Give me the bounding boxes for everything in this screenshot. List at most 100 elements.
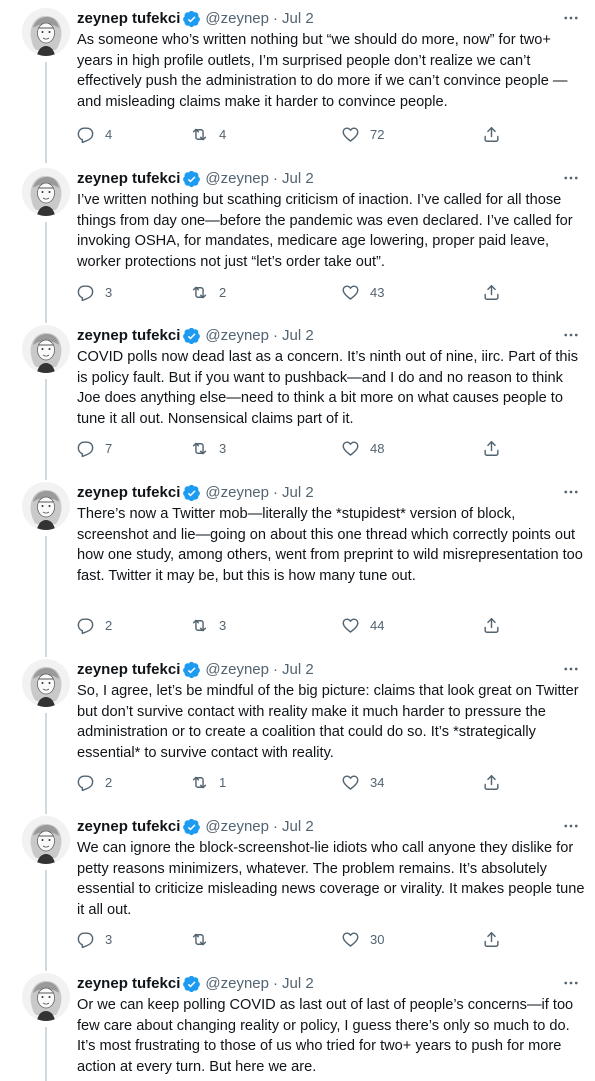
retweet-icon <box>190 616 209 635</box>
author-handle[interactable]: @zeynep <box>205 817 269 837</box>
tweet-header: zeynep tufekci @zeynep · Jul 2 <box>77 326 314 346</box>
reply-button[interactable]: 3 <box>76 929 112 949</box>
reply-icon <box>76 616 95 635</box>
reply-button[interactable]: 4 <box>76 124 112 144</box>
retweet-button[interactable] <box>190 929 219 949</box>
share-button[interactable] <box>482 124 501 144</box>
share-icon <box>482 930 501 949</box>
tweet-text: As someone who’s written nothing but “we… <box>77 32 568 110</box>
like-button[interactable]: 30 <box>341 929 384 949</box>
like-heart-icon <box>341 616 360 635</box>
tweet[interactable]: zeynep tufekci @zeynep · Jul 2 Or we can… <box>0 965 595 1081</box>
more-options-icon[interactable] <box>561 659 581 679</box>
thread-timeline: zeynep tufekci @zeynep · Jul 2 As someon… <box>0 0 595 1081</box>
avatar[interactable] <box>22 659 70 707</box>
reply-icon <box>76 439 95 458</box>
verified-badge-icon <box>183 10 201 28</box>
author-handle[interactable]: @zeynep <box>205 974 269 994</box>
like-button[interactable]: 44 <box>341 615 384 635</box>
thread-connector-line <box>45 474 47 480</box>
more-options-icon[interactable] <box>561 816 581 836</box>
author-handle[interactable]: @zeynep <box>205 660 269 680</box>
like-button[interactable]: 34 <box>341 772 384 792</box>
retweet-button[interactable]: 2 <box>190 282 226 302</box>
tweet-date[interactable]: Jul 2 <box>282 326 314 346</box>
tweet[interactable]: zeynep tufekci @zeynep · Jul 2 As someon… <box>0 0 595 157</box>
share-button[interactable] <box>482 615 501 635</box>
reply-button[interactable]: 7 <box>76 438 112 458</box>
author-name[interactable]: zeynep tufekci <box>77 817 180 837</box>
like-count: 44 <box>370 617 385 633</box>
author-name[interactable]: zeynep tufekci <box>77 169 180 189</box>
avatar[interactable] <box>22 168 70 216</box>
tweet[interactable]: zeynep tufekci @zeynep · Jul 2 There’s n… <box>0 474 595 651</box>
author-handle[interactable]: @zeynep <box>205 483 269 503</box>
tweet-text: Or we can keep polling COVID as last out… <box>77 997 574 1075</box>
share-button[interactable] <box>482 929 501 949</box>
like-button[interactable]: 48 <box>341 438 384 458</box>
tweet-date[interactable]: Jul 2 <box>282 817 314 837</box>
author-handle[interactable]: @zeynep <box>205 9 269 29</box>
tweet[interactable]: zeynep tufekci @zeynep · Jul 2 So, I agr… <box>0 651 595 808</box>
like-count: 34 <box>370 774 385 790</box>
retweet-button[interactable]: 3 <box>190 615 226 635</box>
more-options-icon[interactable] <box>561 168 581 188</box>
reply-icon <box>76 773 95 792</box>
retweet-button[interactable]: 4 <box>190 124 226 144</box>
author-handle[interactable]: @zeynep <box>205 169 269 189</box>
like-heart-icon <box>341 930 360 949</box>
share-button[interactable] <box>482 282 501 302</box>
reply-count: 2 <box>105 774 113 790</box>
reply-button[interactable]: 2 <box>76 615 112 635</box>
more-options-icon[interactable] <box>561 482 581 502</box>
author-name[interactable]: zeynep tufekci <box>77 483 180 503</box>
retweet-button[interactable]: 1 <box>190 772 226 792</box>
thread-connector-line <box>45 62 47 157</box>
reply-button[interactable]: 2 <box>76 772 112 792</box>
author-name[interactable]: zeynep tufekci <box>77 9 180 29</box>
reply-count: 3 <box>105 284 113 300</box>
more-options-icon[interactable] <box>561 325 581 345</box>
reply-button[interactable]: 3 <box>76 282 112 302</box>
author-name[interactable]: zeynep tufekci <box>77 326 180 346</box>
retweet-icon <box>190 283 209 302</box>
tweet-date[interactable]: Jul 2 <box>282 483 314 503</box>
more-options-icon[interactable] <box>561 8 581 28</box>
verified-badge-icon <box>183 170 201 188</box>
author-name[interactable]: zeynep tufekci <box>77 974 180 994</box>
avatar[interactable] <box>22 973 70 1021</box>
separator-dot: · <box>272 10 278 27</box>
like-button[interactable]: 72 <box>341 124 384 144</box>
retweet-count: 3 <box>219 440 227 456</box>
avatar[interactable] <box>22 482 70 530</box>
avatar[interactable] <box>22 816 70 864</box>
retweet-count: 2 <box>219 284 227 300</box>
like-heart-icon <box>341 773 360 792</box>
more-options-icon[interactable] <box>561 973 581 993</box>
like-button[interactable]: 43 <box>341 282 384 302</box>
like-heart-icon <box>341 283 360 302</box>
share-icon <box>482 125 501 144</box>
tweet-date[interactable]: Jul 2 <box>282 9 314 29</box>
avatar[interactable] <box>22 8 70 56</box>
tweet-actions: 3 2 43 <box>70 282 510 302</box>
thread-connector-line <box>45 222 47 317</box>
tweet[interactable]: zeynep tufekci @zeynep · Jul 2 We can ig… <box>0 808 595 965</box>
share-icon <box>482 439 501 458</box>
tweet-date[interactable]: Jul 2 <box>282 660 314 680</box>
thread-connector-line <box>45 965 47 971</box>
verified-badge-icon <box>183 661 201 679</box>
share-button[interactable] <box>482 438 501 458</box>
tweet[interactable]: zeynep tufekci @zeynep · Jul 2 COVID pol… <box>0 317 595 474</box>
author-handle[interactable]: @zeynep <box>205 326 269 346</box>
tweet-date[interactable]: Jul 2 <box>282 974 314 994</box>
tweet[interactable]: zeynep tufekci @zeynep · Jul 2 I’ve writ… <box>0 157 595 317</box>
share-button[interactable] <box>482 772 501 792</box>
thread-connector-line <box>45 379 47 474</box>
tweet-date[interactable]: Jul 2 <box>282 169 314 189</box>
thread-connector-line <box>45 870 47 965</box>
avatar[interactable] <box>22 325 70 373</box>
author-name[interactable]: zeynep tufekci <box>77 660 180 680</box>
retweet-button[interactable]: 3 <box>190 438 226 458</box>
reply-icon <box>76 125 95 144</box>
